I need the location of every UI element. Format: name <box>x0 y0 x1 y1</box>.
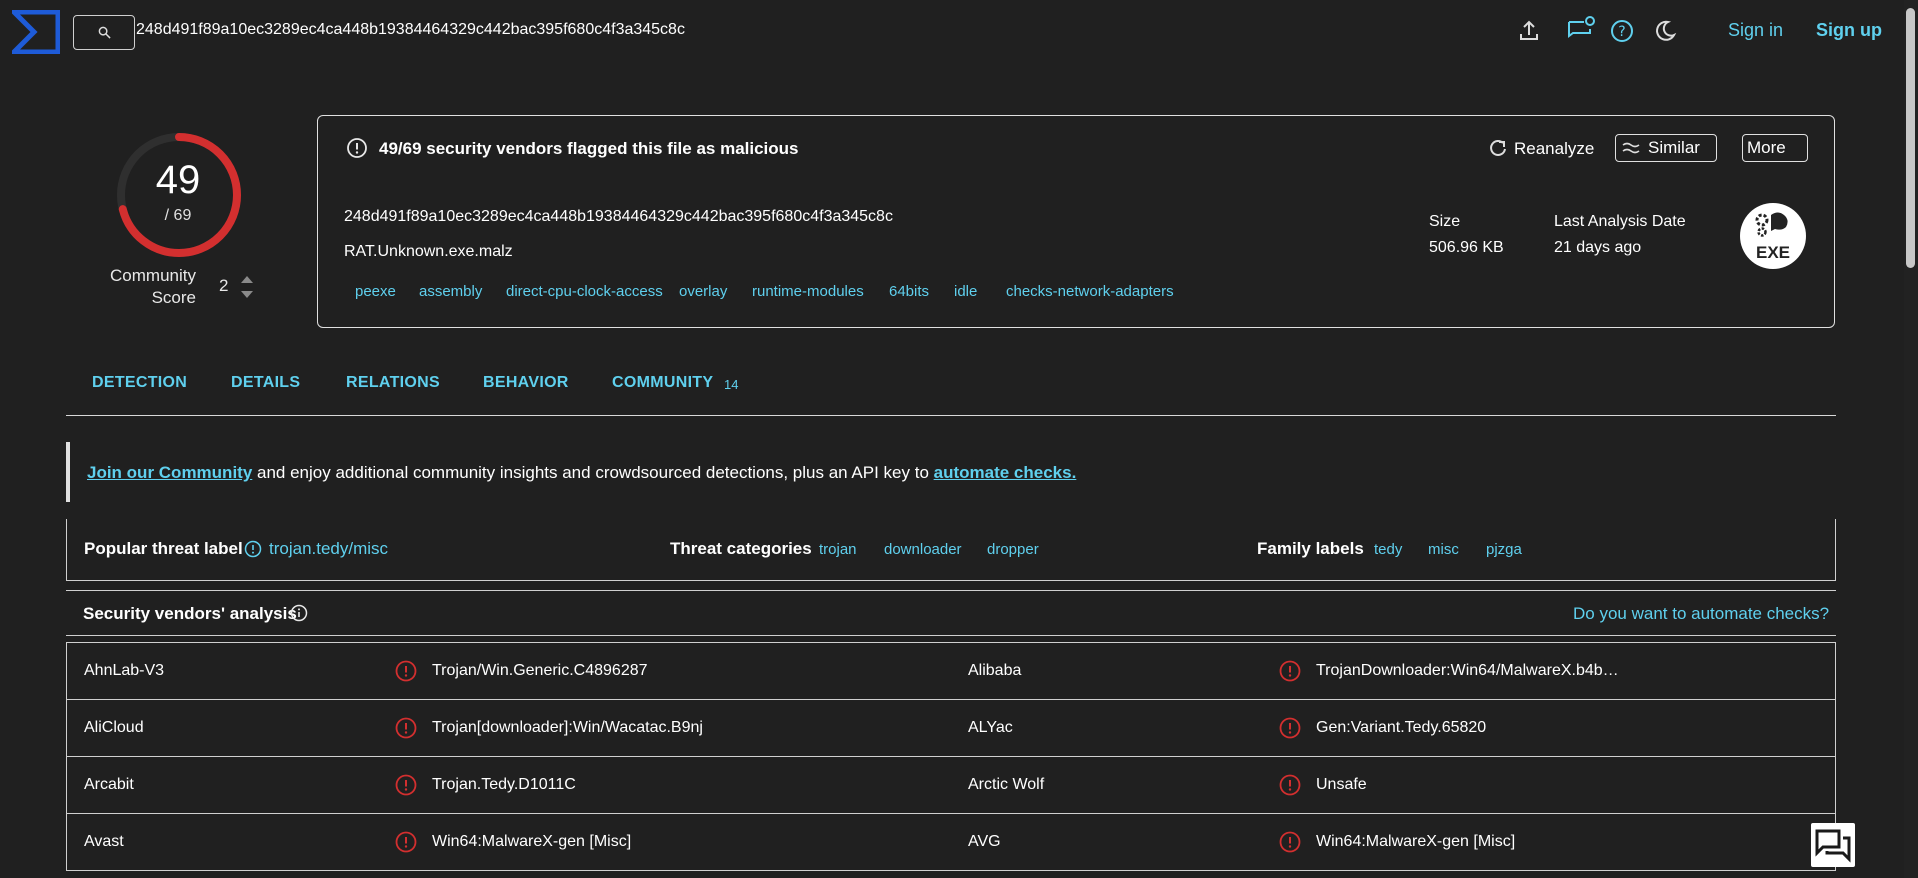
info-icon[interactable] <box>290 604 308 622</box>
category-downloader[interactable]: downloader <box>884 541 962 558</box>
malicious-alert-icon <box>395 831 417 853</box>
tab-community-count: 14 <box>724 377 739 392</box>
vendor-result: Trojan.Tedy.D1011C <box>432 776 576 793</box>
malicious-alert-icon <box>1279 660 1301 682</box>
last-analysis-value: 21 days ago <box>1554 239 1642 256</box>
automate-checks-link[interactable]: automate checks. <box>934 463 1077 482</box>
chat-icon[interactable] <box>1566 14 1596 44</box>
table-row: Avast Win64:MalwareX-gen [Misc] AVG Win6… <box>67 814 1835 871</box>
category-trojan[interactable]: trojan <box>819 541 857 558</box>
tab-details[interactable]: DETAILS <box>231 374 300 392</box>
community-score-value: 2 <box>219 276 229 295</box>
malicious-alert-icon <box>395 660 417 682</box>
family-misc[interactable]: misc <box>1428 541 1459 558</box>
vendor-name: Arctic Wolf <box>968 776 1045 793</box>
vendor-name: Arcabit <box>84 776 134 793</box>
malicious-alert-icon <box>1279 831 1301 853</box>
tab-relations[interactable]: RELATIONS <box>346 374 440 392</box>
banner-middle-text: and enjoy additional community insights … <box>252 463 934 482</box>
tag-runtime-modules[interactable]: runtime-modules <box>752 283 864 300</box>
popular-threat-label-value[interactable]: trojan.tedy/misc <box>269 539 388 559</box>
detection-summary: 49/69 security vendors flagged this file… <box>379 139 799 158</box>
family-pjzga[interactable]: pjzga <box>1486 541 1522 558</box>
malicious-alert-icon <box>1279 717 1301 739</box>
size-value: 506.96 KB <box>1429 239 1504 256</box>
info-icon <box>244 540 262 558</box>
scrollbar-thumb[interactable] <box>1906 8 1915 268</box>
malicious-alert-icon <box>1279 774 1301 796</box>
help-icon[interactable]: ? <box>1609 18 1635 44</box>
tag-checks-network-adapters[interactable]: checks-network-adapters <box>1006 283 1174 300</box>
similar-label: Similar <box>1648 138 1700 157</box>
vendor-result: Win64:MalwareX-gen [Misc] <box>1316 833 1516 850</box>
vendor-results-table: AhnLab-V3 Trojan/Win.Generic.C4896287 Al… <box>66 642 1836 871</box>
popular-threat-label-heading: Popular threat label <box>84 539 243 558</box>
family-tedy[interactable]: tedy <box>1374 541 1402 558</box>
table-row: AliCloud Trojan[downloader]:Win/Wacatac.… <box>67 700 1835 757</box>
sign-in-link[interactable]: Sign in <box>1728 20 1783 41</box>
vendor-name: AVG <box>968 833 1001 850</box>
vote-up-icon[interactable] <box>240 274 254 284</box>
table-row: AhnLab-V3 Trojan/Win.Generic.C4896287 Al… <box>67 643 1835 700</box>
table-row: Arcabit Trojan.Tedy.D1011C Arctic Wolf U… <box>67 757 1835 814</box>
tag-64bits[interactable]: 64bits <box>889 283 929 300</box>
vendor-result: Unsafe <box>1316 776 1367 793</box>
vendor-result: Trojan/Win.Generic.C4896287 <box>432 662 648 679</box>
vendor-result: Win64:MalwareX-gen [Misc] <box>432 833 632 850</box>
vendor-result: TrojanDownloader:Win64/MalwareX.b4b… <box>1316 662 1619 679</box>
vendors-title: Security vendors' analysis <box>83 604 297 623</box>
malicious-alert-icon <box>395 717 417 739</box>
alert-icon <box>347 138 367 158</box>
malicious-alert-icon <box>395 774 417 796</box>
tag-direct-cpu-clock-access[interactable]: direct-cpu-clock-access <box>506 283 663 300</box>
sign-up-link[interactable]: Sign up <box>1816 20 1882 41</box>
last-analysis-label: Last Analysis Date <box>1554 213 1686 230</box>
tabs-divider <box>66 415 1836 416</box>
virustotal-logo-icon[interactable] <box>12 10 60 54</box>
dark-mode-icon[interactable] <box>1652 18 1678 44</box>
chat-bubbles-icon <box>1815 829 1851 863</box>
similar-button[interactable]: Similar <box>1615 134 1717 162</box>
community-banner-text: Join our Community and enjoy additional … <box>87 463 1076 483</box>
vendor-name: AhnLab-V3 <box>84 662 165 679</box>
tab-community[interactable]: COMMUNITY <box>612 374 713 392</box>
file-name: RAT.Unknown.exe.malz <box>344 243 513 260</box>
chat-support-button[interactable] <box>1811 823 1855 867</box>
tag-peexe[interactable]: peexe <box>355 283 396 300</box>
detection-total: / 69 <box>164 207 192 224</box>
tab-behavior[interactable]: BEHAVIOR <box>483 374 569 392</box>
search-button[interactable] <box>73 15 135 50</box>
exe-file-type-icon: EXE <box>1740 203 1806 269</box>
svg-text:?: ? <box>1618 24 1625 40</box>
automate-checks-link[interactable]: Do you want to automate checks? <box>1573 604 1829 624</box>
detection-count: 49 <box>155 158 201 202</box>
vendor-result: Gen:Variant.Tedy.65820 <box>1316 719 1487 736</box>
search-icon <box>98 26 111 39</box>
threat-categories-heading: Threat categories <box>670 539 812 558</box>
upload-icon[interactable] <box>1516 18 1542 44</box>
size-label: Size <box>1429 213 1461 230</box>
tab-detection[interactable]: DETECTION <box>92 374 187 392</box>
vendor-name: AliCloud <box>84 719 144 736</box>
family-labels-heading: Family labels <box>1257 539 1364 558</box>
vendor-name: ALYac <box>968 719 1013 736</box>
search-input[interactable]: 248d491f89a10ec3289ec4ca448b19384464329c… <box>136 21 685 39</box>
file-hash: 248d491f89a10ec3289ec4ca448b19384464329c… <box>344 208 893 225</box>
community-score-label: Community Score <box>110 266 196 307</box>
vote-down-icon[interactable] <box>240 290 254 300</box>
vendor-result: Trojan[downloader]:Win/Wacatac.B9nj <box>432 719 703 736</box>
vendor-name: Avast <box>84 833 124 850</box>
tag-assembly[interactable]: assembly <box>419 283 482 300</box>
tag-overlay[interactable]: overlay <box>679 283 727 300</box>
more-button[interactable]: More <box>1742 134 1808 162</box>
similar-icon <box>1622 142 1640 154</box>
reanalyze-icon[interactable] <box>1488 138 1508 158</box>
vendor-name: Alibaba <box>968 662 1022 679</box>
file-type-label: EXE <box>1756 243 1790 262</box>
vendors-header <box>66 590 1836 636</box>
tag-idle[interactable]: idle <box>954 283 977 300</box>
join-community-link[interactable]: Join our Community <box>87 463 252 482</box>
reanalyze-button[interactable]: Reanalyze <box>1514 139 1594 159</box>
category-dropper[interactable]: dropper <box>987 541 1039 558</box>
